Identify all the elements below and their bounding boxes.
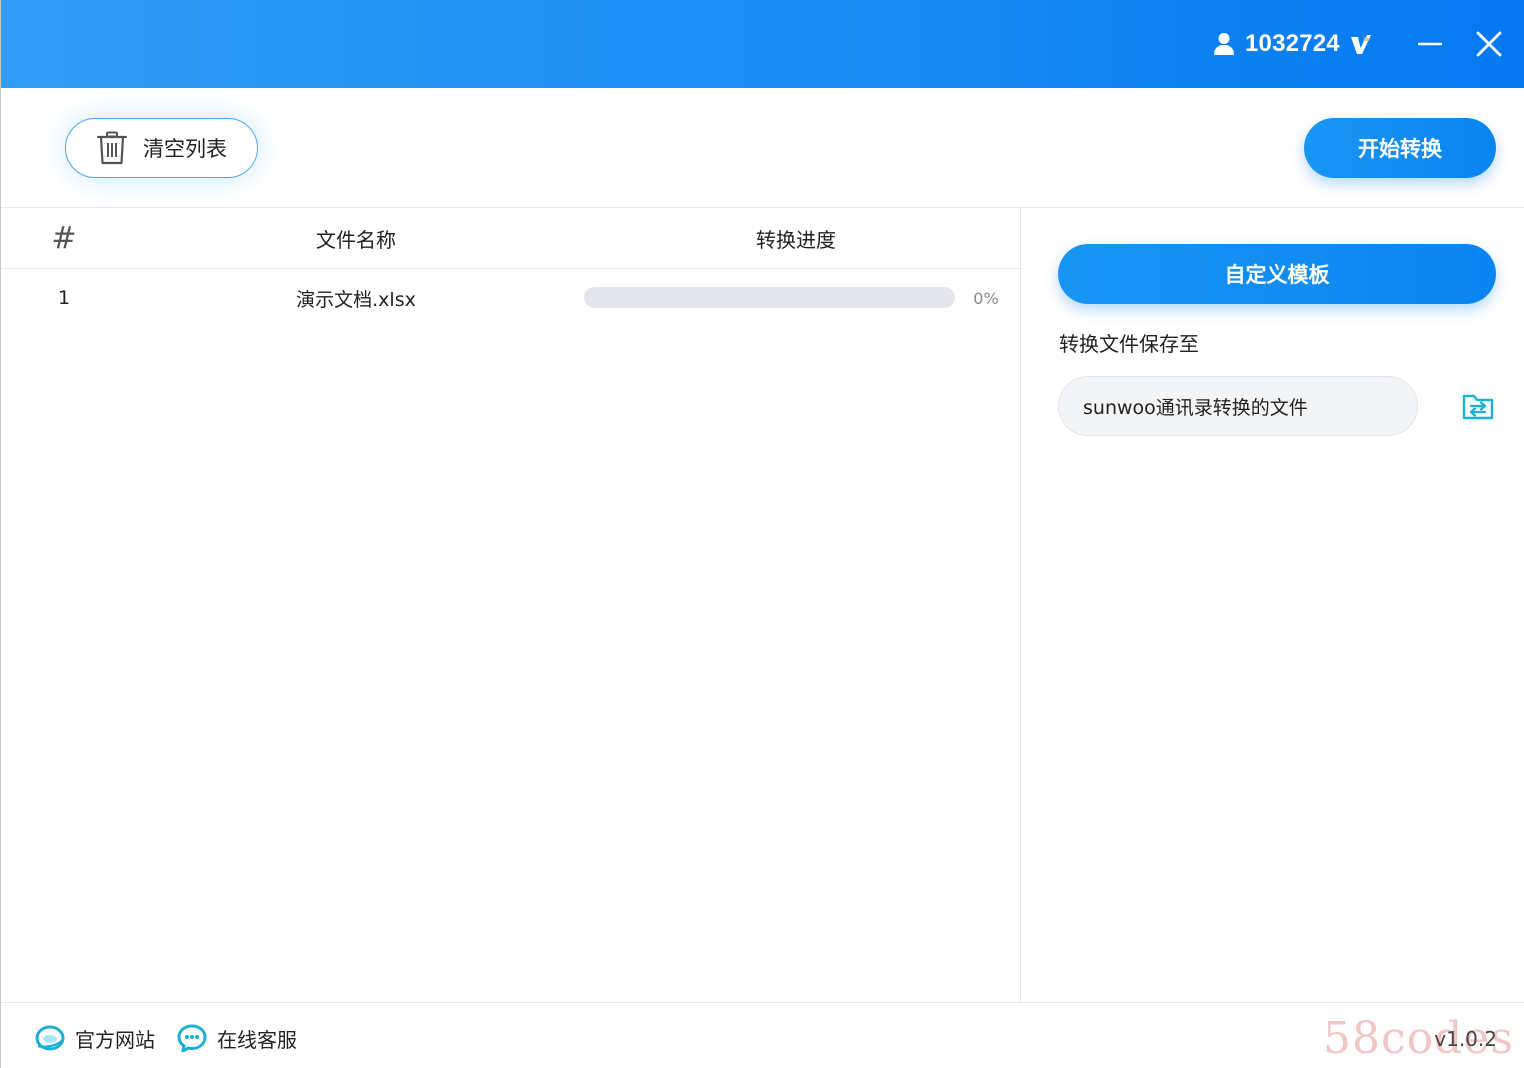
header-file-name: 文件名称 — [316, 227, 396, 252]
save-location-label: 转换文件保存至 — [1059, 332, 1199, 356]
title-bar: 1032724 — [1, 0, 1524, 88]
footer: 官方网站 在线客服 58codes v1.0.2 — [1, 1002, 1524, 1068]
official-site-link[interactable]: 官方网站 — [35, 1023, 155, 1053]
custom-template-button[interactable]: 自定义模板 — [1058, 244, 1496, 304]
close-button[interactable] — [1469, 24, 1509, 64]
folder-switch-icon — [1462, 394, 1494, 420]
progress-bar — [584, 287, 955, 308]
online-service-link[interactable]: 在线客服 — [177, 1023, 297, 1053]
version-label: v1.0.2 — [1434, 1027, 1497, 1051]
header-number: # — [51, 220, 77, 256]
close-icon — [1476, 31, 1502, 57]
user-icon — [1214, 33, 1234, 55]
row-number: 1 — [57, 287, 71, 309]
table-row[interactable]: 1 演示文档.xlsx 0% — [1, 270, 1021, 326]
start-convert-button[interactable]: 开始转换 — [1304, 118, 1496, 178]
official-site-label: 官方网站 — [75, 1027, 155, 1052]
user-id: 1032724 — [1245, 30, 1340, 57]
settings-panel: 自定义模板 转换文件保存至 sunwoo通讯录转换的文件 — [1022, 208, 1524, 1002]
clear-list-button[interactable]: 清空列表 — [65, 118, 258, 178]
vip-badge-icon — [1350, 35, 1371, 54]
minimize-button[interactable] — [1410, 24, 1450, 64]
online-service-label: 在线客服 — [217, 1027, 297, 1052]
file-list-header: # 文件名称 转换进度 — [1, 208, 1021, 269]
toolbar: 清空列表 开始转换 — [1, 88, 1524, 208]
clear-list-label: 清空列表 — [143, 137, 227, 161]
header-progress: 转换进度 — [756, 227, 836, 252]
minimize-icon — [1418, 42, 1442, 46]
chat-support-icon — [177, 1024, 207, 1052]
row-file-name: 演示文档.xlsx — [296, 288, 416, 311]
open-folder-button[interactable] — [1458, 388, 1498, 424]
save-path-field[interactable]: sunwoo通讯录转换的文件 — [1058, 376, 1418, 436]
user-account[interactable]: 1032724 — [1213, 28, 1372, 60]
app-window: 1032724 清空列表 开始转换 # 文件名称 转换进度 1 演示文档.xls… — [0, 0, 1524, 1068]
progress-percent: 0% — [973, 288, 999, 308]
file-list-panel: # 文件名称 转换进度 1 演示文档.xlsx 0% — [1, 208, 1021, 1002]
globe-icon — [35, 1025, 65, 1051]
trash-icon — [97, 131, 127, 165]
